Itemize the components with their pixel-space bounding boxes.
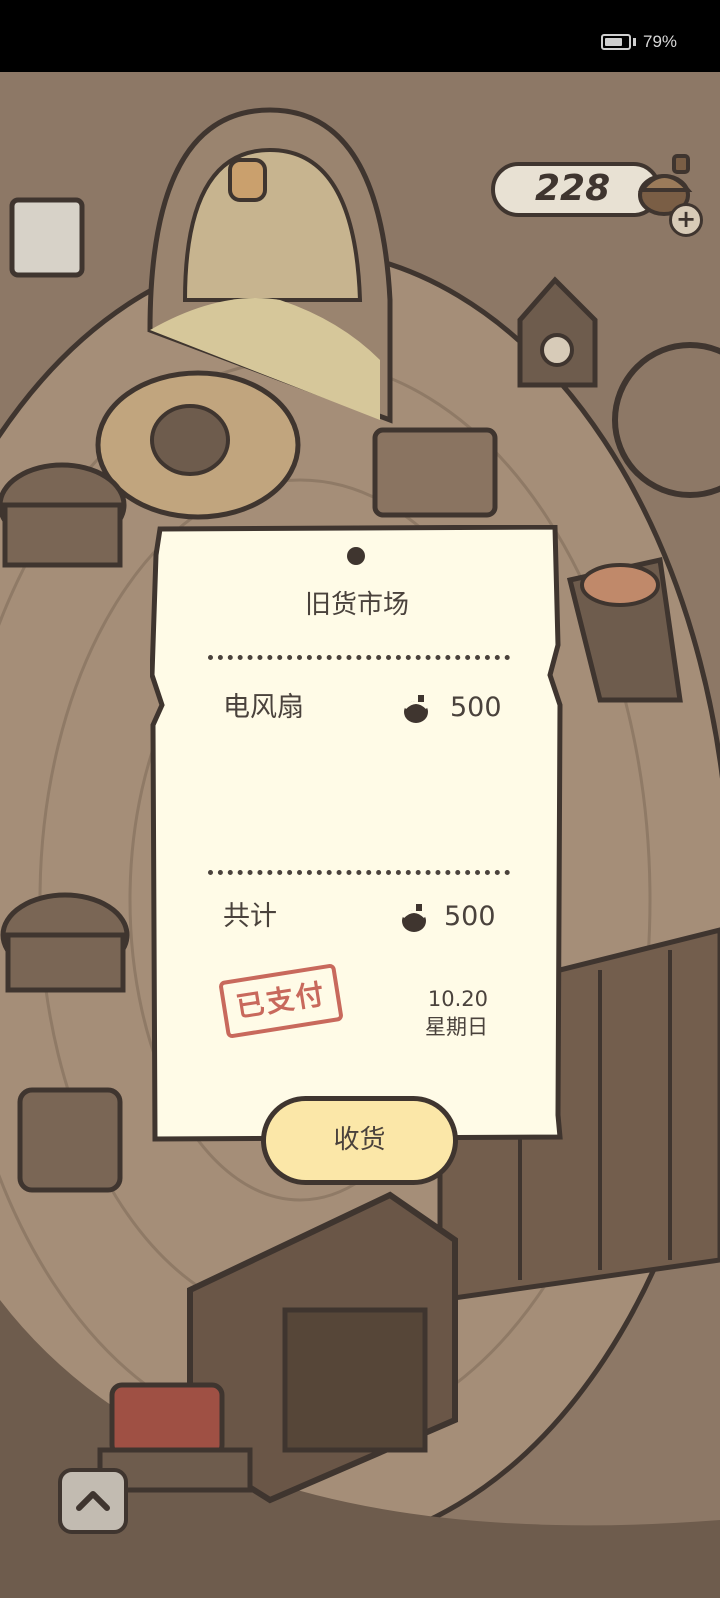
item-price: 500: [450, 692, 502, 723]
chevron-up-icon: [76, 1491, 110, 1511]
receipt-date: 10.20: [427, 987, 488, 1011]
receipt-card: 旧货市场 电风扇 500 共计 500 已支付 10.20 星期日: [150, 525, 564, 1142]
battery-percent: 79%: [643, 32, 678, 51]
acorn-coin-icon: [401, 904, 427, 932]
total-price: 500: [444, 901, 496, 932]
item-name: 电风扇: [223, 692, 304, 723]
battery-icon: [601, 34, 631, 50]
acorn-coin-icon: [403, 695, 429, 723]
expand-menu-button[interactable]: [58, 1468, 128, 1534]
divider-top: [208, 655, 510, 660]
receipt-weekday: 星期日: [425, 1015, 488, 1039]
receive-goods-button[interactable]: 收货: [261, 1096, 458, 1185]
receipt-title: 旧货市场: [304, 590, 409, 620]
receipt-hole: [347, 547, 365, 565]
coin-count: 228: [535, 168, 611, 209]
total-label: 共计: [223, 901, 277, 932]
add-coins-button[interactable]: +: [669, 203, 703, 237]
divider-bottom: [208, 870, 510, 875]
status-bar: 79%: [0, 0, 720, 72]
battery-tip: [633, 38, 636, 46]
